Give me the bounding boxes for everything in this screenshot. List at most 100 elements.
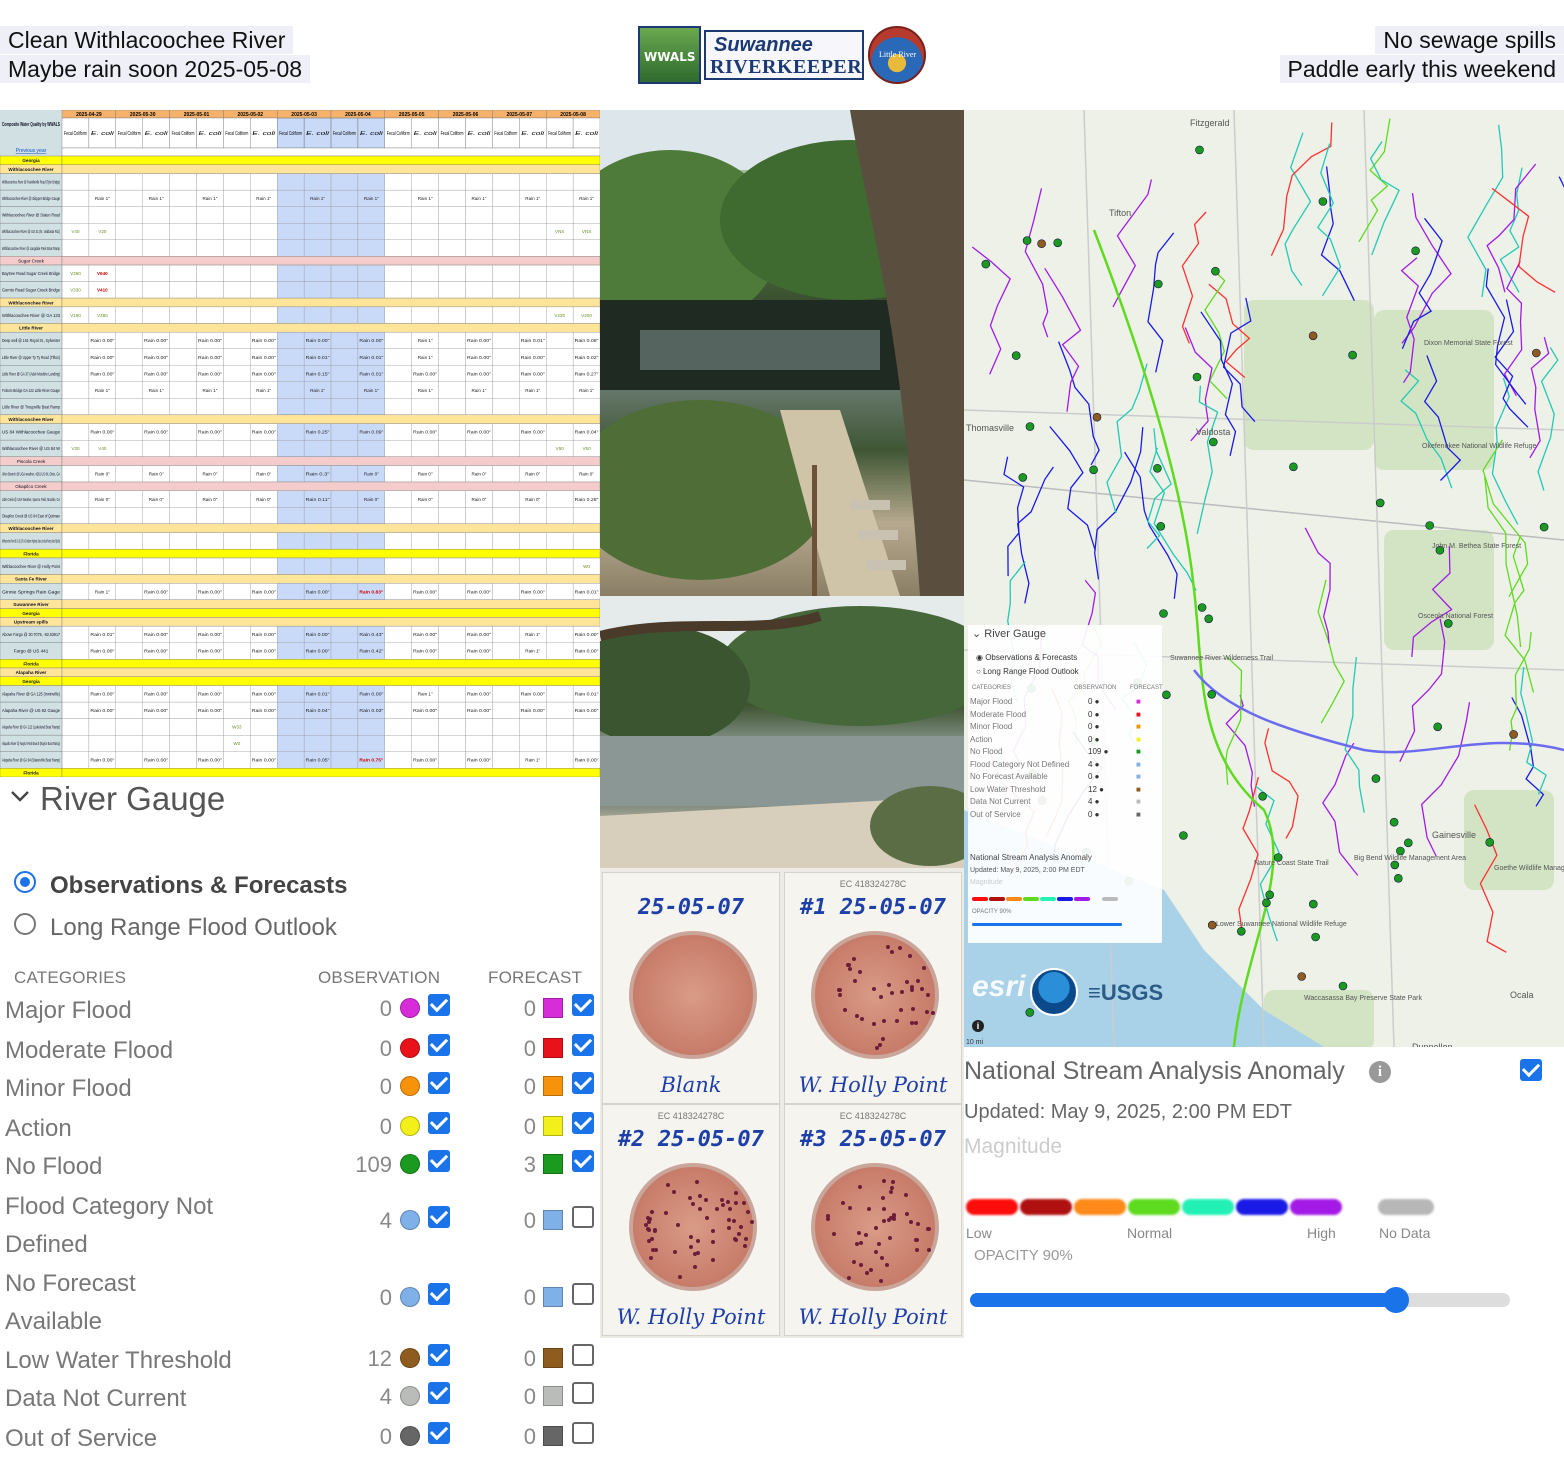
observation-checkbox[interactable] <box>428 1034 450 1056</box>
wq-cell-value: Rain 0.00" <box>467 692 491 697</box>
colony-dot <box>914 1238 919 1243</box>
ramp-high-label: High <box>1307 1225 1336 1241</box>
category-name: Data Not Current <box>5 1385 187 1412</box>
info-icon[interactable]: i <box>1369 1061 1391 1083</box>
forecast-checkbox[interactable] <box>572 1206 594 1228</box>
map-legend-obs: 12 ● <box>1088 784 1104 794</box>
colony-dot <box>645 1227 650 1232</box>
wq-cell-value: Rain 1" <box>310 196 325 201</box>
forecast-color-square <box>543 1038 563 1058</box>
map-legend-fc: ■ <box>1136 784 1141 794</box>
wq-cell-value: Rain 0.00" <box>198 758 222 763</box>
forecast-checkbox[interactable] <box>572 1382 594 1404</box>
colony-dot <box>925 993 930 998</box>
colony-dot <box>832 1231 837 1236</box>
wq-cell-value: VNS <box>555 229 564 234</box>
chevron-down-icon[interactable] <box>10 786 30 806</box>
observation-checkbox[interactable] <box>428 1382 450 1404</box>
wq-cell-value: Rain 0.00" <box>144 589 168 594</box>
map-legend-row: Flood Category Not Defined 4 ● ■ <box>970 760 1160 772</box>
forecast-checkbox[interactable] <box>572 1344 594 1366</box>
colony-dot <box>736 1232 741 1237</box>
wq-cell-value: Rain 1" <box>471 196 486 201</box>
stream-analysis-checkbox[interactable] <box>1520 1059 1542 1081</box>
forecast-checkbox[interactable] <box>572 1422 594 1444</box>
wq-date-header: 2025-05-07 <box>507 112 533 118</box>
colony-dot <box>692 1251 697 1256</box>
wq-cell-value: Rain 0.04" <box>575 430 599 435</box>
colony-dot <box>688 1235 693 1240</box>
forecast-count: 0 <box>523 1074 536 1099</box>
map-legend-option[interactable]: ◉ Observations & Forecasts <box>976 653 1077 662</box>
forecast-checkbox[interactable] <box>572 1112 594 1134</box>
observation-checkbox[interactable] <box>428 994 450 1016</box>
map-legend-magnitude: Magnitude <box>970 879 1003 886</box>
colony-dot <box>899 1007 904 1012</box>
wq-cell-value: Rain 0.00" <box>575 649 599 654</box>
map-legend-obs: 0 ● <box>1088 722 1100 731</box>
colony-dot <box>727 1226 732 1231</box>
map-place-label: Big Bend Wildlife Management Area <box>1354 855 1466 862</box>
wq-cell-value: V380 <box>97 313 108 318</box>
colony-dot <box>890 1180 895 1185</box>
forecast-checkbox[interactable] <box>572 994 594 1016</box>
wq-cell-value: Rain 0.00" <box>198 338 222 343</box>
wq-cell-value: W33 <box>232 725 242 730</box>
map-info-icon[interactable]: i <box>972 1020 984 1032</box>
plate-date: #2 25-05-07 <box>618 1127 764 1152</box>
wq-cell-value: Rain 0" <box>364 497 379 502</box>
map-place-label: Okefenokee National Wildlife Refuge <box>1422 443 1537 450</box>
wq-site-label: Little River @ Troupville Boat Ramp <box>2 404 60 409</box>
map-opacity-slider[interactable] <box>972 923 1122 926</box>
observation-count: 109 <box>355 1152 392 1177</box>
colony-dot <box>851 1259 856 1264</box>
colony-dot <box>647 1220 652 1225</box>
observation-color-circle <box>400 998 420 1018</box>
forecast-checkbox[interactable] <box>572 1283 594 1305</box>
wq-site-label: Fargo @ US 441 <box>14 649 49 654</box>
wq-cell-value: Rain 1" <box>256 388 271 393</box>
header-left-line-1: Clean Withlacoochee River <box>0 26 294 54</box>
wq-cell-value: Rain 0" <box>149 497 164 502</box>
wq-cell-value: Rain 0" <box>525 472 540 477</box>
colony-dot <box>852 978 857 983</box>
wq-site-label: Little Creek @ UGA Weather, Spence Field… <box>2 497 60 502</box>
noaa-logo <box>1030 968 1078 1016</box>
observation-checkbox[interactable] <box>428 1072 450 1094</box>
opacity-slider-thumb[interactable] <box>1383 1287 1409 1313</box>
observation-checkbox[interactable] <box>428 1150 450 1172</box>
map-legend-option[interactable]: ○ Long Range Flood Outlook <box>976 667 1079 676</box>
observation-checkbox[interactable] <box>428 1283 450 1305</box>
colony-dot <box>916 979 921 984</box>
map-place-label: Nature Coast State Trail <box>1254 860 1329 867</box>
forecast-checkbox[interactable] <box>572 1150 594 1172</box>
long-range-outlook-label[interactable]: Long Range Flood Outlook <box>50 914 337 942</box>
wq-cell-value: Rain 1" <box>202 196 217 201</box>
wq-site-label: Withlacoochee River <box>8 300 53 305</box>
long-range-outlook-radio[interactable] <box>14 913 36 935</box>
map-legend-row: Low Water Threshold 12 ● ■ <box>970 785 1160 797</box>
category-name: Out of Service <box>5 1425 158 1452</box>
wq-cell-value: Rain 1" <box>310 388 325 393</box>
wq-cell-value: Rain 0.03" <box>359 708 383 713</box>
river-gauge-title: River Gauge <box>40 780 226 817</box>
forecast-checkbox[interactable] <box>572 1072 594 1094</box>
forecast-checkbox[interactable] <box>572 1034 594 1056</box>
observation-checkbox[interactable] <box>428 1344 450 1366</box>
observation-checkbox[interactable] <box>428 1422 450 1444</box>
wq-site-label: Withlacoochee River @ Skipper Bridge Gau… <box>2 196 60 201</box>
colony-dot <box>698 1207 703 1212</box>
wq-cell-value: Rain 0.00" <box>144 632 168 637</box>
observation-checkbox[interactable] <box>428 1112 450 1134</box>
observations-forecasts-radio[interactable] <box>14 871 36 893</box>
logos: WWALS Suwannee RIVERKEEPER Little River <box>638 26 928 86</box>
observations-forecasts-label[interactable]: Observations & Forecasts <box>50 872 347 900</box>
river-map[interactable]: Fitzgerald Tifton Valdosta Thomasville Okefe… <box>964 110 1564 1047</box>
observation-checkbox[interactable] <box>428 1206 450 1228</box>
observation-header: OBSERVATION <box>318 968 441 987</box>
category-name: Minor Flood <box>5 1075 132 1102</box>
map-legend-row: Data Not Current 4 ● ■ <box>970 797 1160 809</box>
magnitude-ramp-swatch <box>1182 1199 1234 1215</box>
wq-site-label: Withlacoochee River @ GA 31 (CR 145, Mad… <box>2 539 60 544</box>
colony-dot <box>857 969 862 974</box>
